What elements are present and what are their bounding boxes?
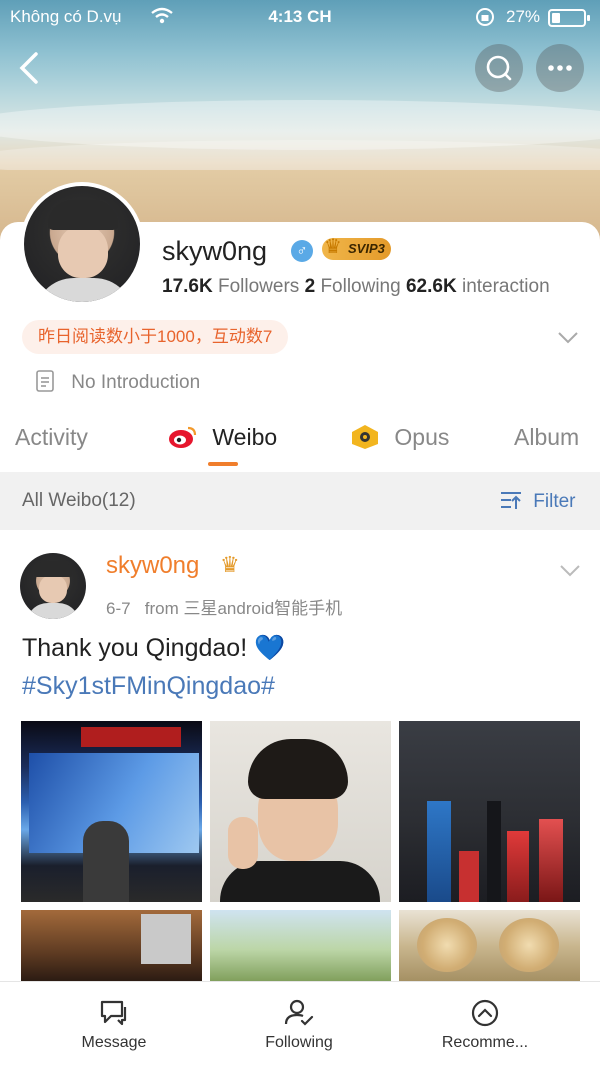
post-source: from 三星android智能手机	[144, 599, 343, 618]
crown-icon: ♛	[324, 236, 342, 258]
post-meta: 6-7 from 三星android智能手机	[106, 594, 342, 619]
back-button[interactable]	[14, 48, 50, 88]
post-author-avatar[interactable]	[20, 553, 86, 619]
battery-percent: 27%	[506, 7, 541, 26]
chevron-down-icon	[560, 565, 580, 577]
post-text: Thank you Qingdao! 💙	[22, 634, 286, 662]
post-photo-6[interactable]	[399, 910, 580, 982]
male-gender-icon: ♂	[291, 240, 313, 262]
following-count[interactable]: 2	[305, 276, 316, 297]
post-photo-3[interactable]	[399, 721, 580, 902]
tab-weibo[interactable]: Weibo	[168, 424, 277, 451]
recommend-button[interactable]: Recomme...	[415, 998, 555, 1052]
profile-username: skyw0ng	[162, 236, 268, 266]
filter-label: Filter	[533, 491, 576, 512]
search-icon	[486, 55, 512, 81]
message-icon	[100, 1000, 127, 1026]
more-dots-icon	[548, 65, 572, 71]
tab-activity[interactable]: Activity	[15, 424, 88, 451]
filter-icon	[501, 492, 521, 509]
profile-tabs: Activity Weibo Opus Album	[0, 418, 600, 470]
chevron-down-icon	[558, 332, 578, 344]
status-bar: Không có D.vụ 4:13 CH 27%	[0, 0, 600, 34]
chevron-up-circle-icon	[471, 999, 499, 1027]
chevron-left-icon	[19, 52, 38, 84]
reading-stats-tag[interactable]: 昨日阅读数小于1000，互动数7	[22, 320, 289, 354]
post-hashtag[interactable]: #Sky1stFMinQingdao#	[22, 672, 275, 701]
expand-profile-button[interactable]	[556, 326, 580, 348]
battery-icon	[548, 9, 590, 27]
followers-label[interactable]: Followers	[218, 276, 299, 297]
followers-count[interactable]: 17.6K	[162, 276, 213, 297]
post-menu-button[interactable]	[558, 560, 582, 580]
search-button[interactable]	[475, 44, 523, 92]
active-tab-indicator	[208, 462, 238, 466]
weibo-count-label[interactable]: All Weibo(12)	[22, 490, 136, 512]
profile-stats: 17.6K Followers 2 Following 62.6K intera…	[162, 276, 550, 298]
vip-crown-icon: ♛	[220, 552, 240, 577]
svip-badge-label: SVIP3	[348, 241, 385, 256]
message-button[interactable]: Message	[44, 998, 184, 1052]
introduction-text: No Introduction	[71, 372, 201, 393]
interaction-label: interaction	[461, 276, 550, 297]
post-author-name[interactable]: skyw0ng	[106, 552, 199, 580]
following-button[interactable]: Following	[229, 998, 369, 1052]
post-photo-4[interactable]	[21, 910, 202, 982]
filter-button[interactable]: Filter	[500, 490, 576, 513]
interaction-count: 62.6K	[405, 276, 457, 297]
document-icon	[36, 370, 54, 392]
introduction-row: No Introduction	[36, 370, 200, 394]
post-photo-2[interactable]	[210, 721, 391, 902]
post-photo-1[interactable]	[21, 721, 202, 902]
user-check-icon	[284, 999, 314, 1026]
weibo-logo-icon	[169, 426, 197, 448]
post-photo-5[interactable]	[210, 910, 391, 982]
filter-bar: All Weibo(12) Filter	[0, 472, 600, 530]
rotation-lock-icon	[474, 6, 496, 33]
bottom-action-bar: Message Following Recomme...	[0, 981, 600, 1067]
opus-icon	[352, 425, 378, 449]
following-label[interactable]: Following	[320, 276, 400, 297]
post-date: 6-7	[106, 599, 131, 618]
svip-badge[interactable]: ♛ SVIP3	[322, 236, 391, 260]
more-options-button[interactable]	[536, 44, 584, 92]
profile-avatar[interactable]	[20, 182, 144, 306]
tab-album[interactable]: Album	[514, 424, 579, 451]
tab-opus[interactable]: Opus	[350, 424, 449, 451]
